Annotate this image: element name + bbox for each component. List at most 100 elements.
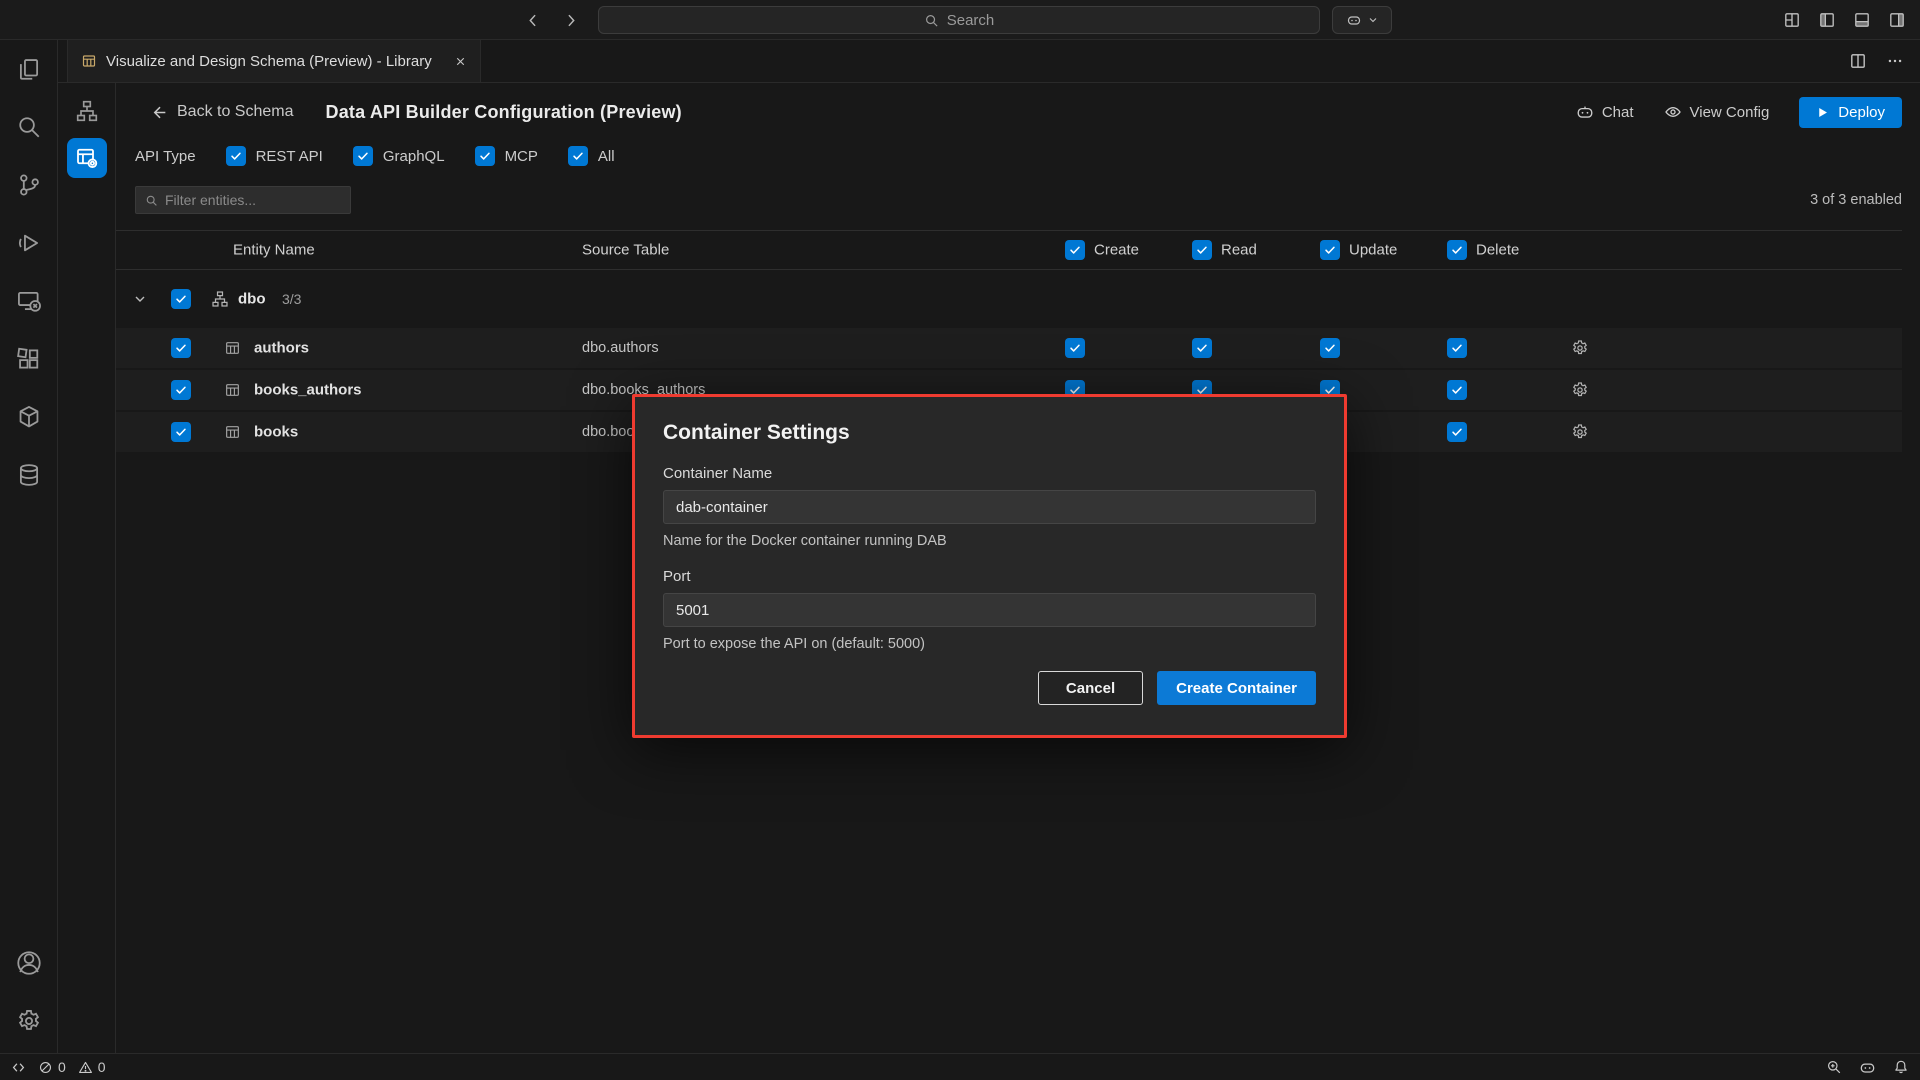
row-checkbox[interactable] xyxy=(171,380,191,400)
toggle-sidebar-icon[interactable] xyxy=(1818,11,1836,29)
bell-icon[interactable] xyxy=(1893,1059,1909,1075)
create-container-button[interactable]: Create Container xyxy=(1157,671,1316,705)
settings-gear-icon[interactable] xyxy=(5,997,53,1045)
nav-back-icon[interactable] xyxy=(525,12,542,29)
table-icon xyxy=(224,424,241,441)
group-dbo-checkbox[interactable] xyxy=(171,289,191,309)
database-projects-icon[interactable] xyxy=(5,393,53,441)
search-icon xyxy=(145,194,158,207)
error-count: 0 xyxy=(58,1059,66,1075)
api-type-label: API Type xyxy=(135,148,196,165)
tab-visualize-design-schema[interactable]: Visualize and Design Schema (Preview) - … xyxy=(67,40,481,82)
delete-all-checkbox[interactable] xyxy=(1447,240,1467,260)
view-config-label: View Config xyxy=(1690,104,1770,121)
search-icon xyxy=(924,13,939,28)
error-icon xyxy=(38,1060,53,1075)
copilot-icon[interactable] xyxy=(1859,1059,1876,1076)
schema-icon xyxy=(211,290,229,308)
all-checkbox[interactable] xyxy=(568,146,588,166)
layout-control-dropdown[interactable] xyxy=(1332,6,1392,34)
eye-icon xyxy=(1664,103,1682,121)
status-bar: 0 0 xyxy=(0,1053,1920,1080)
schema-visualize-icon[interactable] xyxy=(67,91,107,131)
extensions-icon[interactable] xyxy=(5,335,53,383)
back-to-schema-link[interactable]: Back to Schema xyxy=(151,103,294,121)
toggle-panel-icon[interactable] xyxy=(1853,11,1871,29)
entity-settings-gear-icon[interactable] xyxy=(1571,339,1589,357)
container-name-label: Container Name xyxy=(663,465,1316,482)
deploy-label: Deploy xyxy=(1838,104,1885,121)
read-all-checkbox[interactable] xyxy=(1192,240,1212,260)
entity-settings-gear-icon[interactable] xyxy=(1571,381,1589,399)
problems-warnings[interactable]: 0 xyxy=(78,1059,106,1075)
api-type-filter-row: API Type REST API GraphQL MCP All xyxy=(135,140,615,172)
deploy-button[interactable]: Deploy xyxy=(1799,97,1902,128)
api-type-rest-option[interactable]: REST API xyxy=(226,146,323,166)
search-icon[interactable] xyxy=(5,103,53,151)
modal-title: Container Settings xyxy=(663,421,1316,445)
view-config-button[interactable]: View Config xyxy=(1664,103,1770,121)
read-checkbox[interactable] xyxy=(1192,338,1212,358)
tab-close-icon[interactable] xyxy=(454,55,467,68)
filter-entities-input[interactable] xyxy=(165,192,341,208)
chevron-down-icon[interactable] xyxy=(132,291,148,307)
api-type-all-option[interactable]: All xyxy=(568,146,615,166)
page-title: Data API Builder Configuration (Preview) xyxy=(326,102,682,123)
row-checkbox[interactable] xyxy=(171,338,191,358)
filter-entities-field[interactable] xyxy=(135,186,351,214)
all-label: All xyxy=(598,148,615,165)
port-label: Port xyxy=(663,568,1316,585)
search-placeholder: Search xyxy=(947,12,995,29)
create-checkbox[interactable] xyxy=(1065,338,1085,358)
container-settings-modal: Container Settings Container Name Name f… xyxy=(632,394,1347,738)
schema-table-icon xyxy=(81,53,97,69)
entity-name: authors xyxy=(254,340,309,357)
entity-row-authors[interactable]: authors dbo.authors xyxy=(116,328,1902,368)
remote-explorer-icon[interactable] xyxy=(5,277,53,325)
column-create: Create xyxy=(1094,242,1139,259)
customize-layout-icon[interactable] xyxy=(1783,11,1801,29)
update-checkbox[interactable] xyxy=(1320,338,1340,358)
warning-count: 0 xyxy=(98,1059,106,1075)
delete-checkbox[interactable] xyxy=(1447,422,1467,442)
container-name-help: Name for the Docker container running DA… xyxy=(663,533,1316,549)
status-bar-right xyxy=(1826,1059,1909,1076)
cancel-button[interactable]: Cancel xyxy=(1038,671,1143,705)
delete-checkbox[interactable] xyxy=(1447,338,1467,358)
schema-group-row-dbo[interactable]: dbo 3/3 xyxy=(116,278,1902,320)
arrow-left-icon xyxy=(151,104,168,121)
create-all-checkbox[interactable] xyxy=(1065,240,1085,260)
copilot-icon xyxy=(1346,12,1362,28)
command-center-search[interactable]: Search xyxy=(598,6,1320,34)
nav-forward-icon[interactable] xyxy=(562,12,579,29)
port-help: Port to expose the API on (default: 5000… xyxy=(663,636,1316,652)
api-type-mcp-option[interactable]: MCP xyxy=(475,146,538,166)
rest-api-checkbox[interactable] xyxy=(226,146,246,166)
rest-api-label: REST API xyxy=(256,148,323,165)
explorer-icon[interactable] xyxy=(5,45,53,93)
remote-icon[interactable] xyxy=(11,1060,26,1075)
delete-checkbox[interactable] xyxy=(1447,380,1467,400)
source-control-icon[interactable] xyxy=(5,161,53,209)
column-update: Update xyxy=(1349,242,1397,259)
warning-icon xyxy=(78,1060,93,1075)
problems-errors[interactable]: 0 xyxy=(38,1059,66,1075)
entity-settings-gear-icon[interactable] xyxy=(1571,423,1589,441)
port-input[interactable] xyxy=(663,593,1316,627)
graphql-checkbox[interactable] xyxy=(353,146,373,166)
api-type-graphql-option[interactable]: GraphQL xyxy=(353,146,445,166)
toggle-secondary-sidebar-icon[interactable] xyxy=(1888,11,1906,29)
account-icon[interactable] xyxy=(5,939,53,987)
schema-designer-toolbar xyxy=(58,83,116,1053)
zoom-icon[interactable] xyxy=(1826,1059,1842,1075)
run-debug-icon[interactable] xyxy=(5,219,53,267)
dab-configuration-icon[interactable] xyxy=(67,138,107,178)
container-name-input[interactable] xyxy=(663,490,1316,524)
update-all-checkbox[interactable] xyxy=(1320,240,1340,260)
split-editor-icon[interactable] xyxy=(1849,52,1867,70)
database-icon[interactable] xyxy=(5,451,53,499)
row-checkbox[interactable] xyxy=(171,422,191,442)
chat-button[interactable]: Chat xyxy=(1576,103,1634,121)
mcp-checkbox[interactable] xyxy=(475,146,495,166)
more-actions-icon[interactable] xyxy=(1886,52,1904,70)
